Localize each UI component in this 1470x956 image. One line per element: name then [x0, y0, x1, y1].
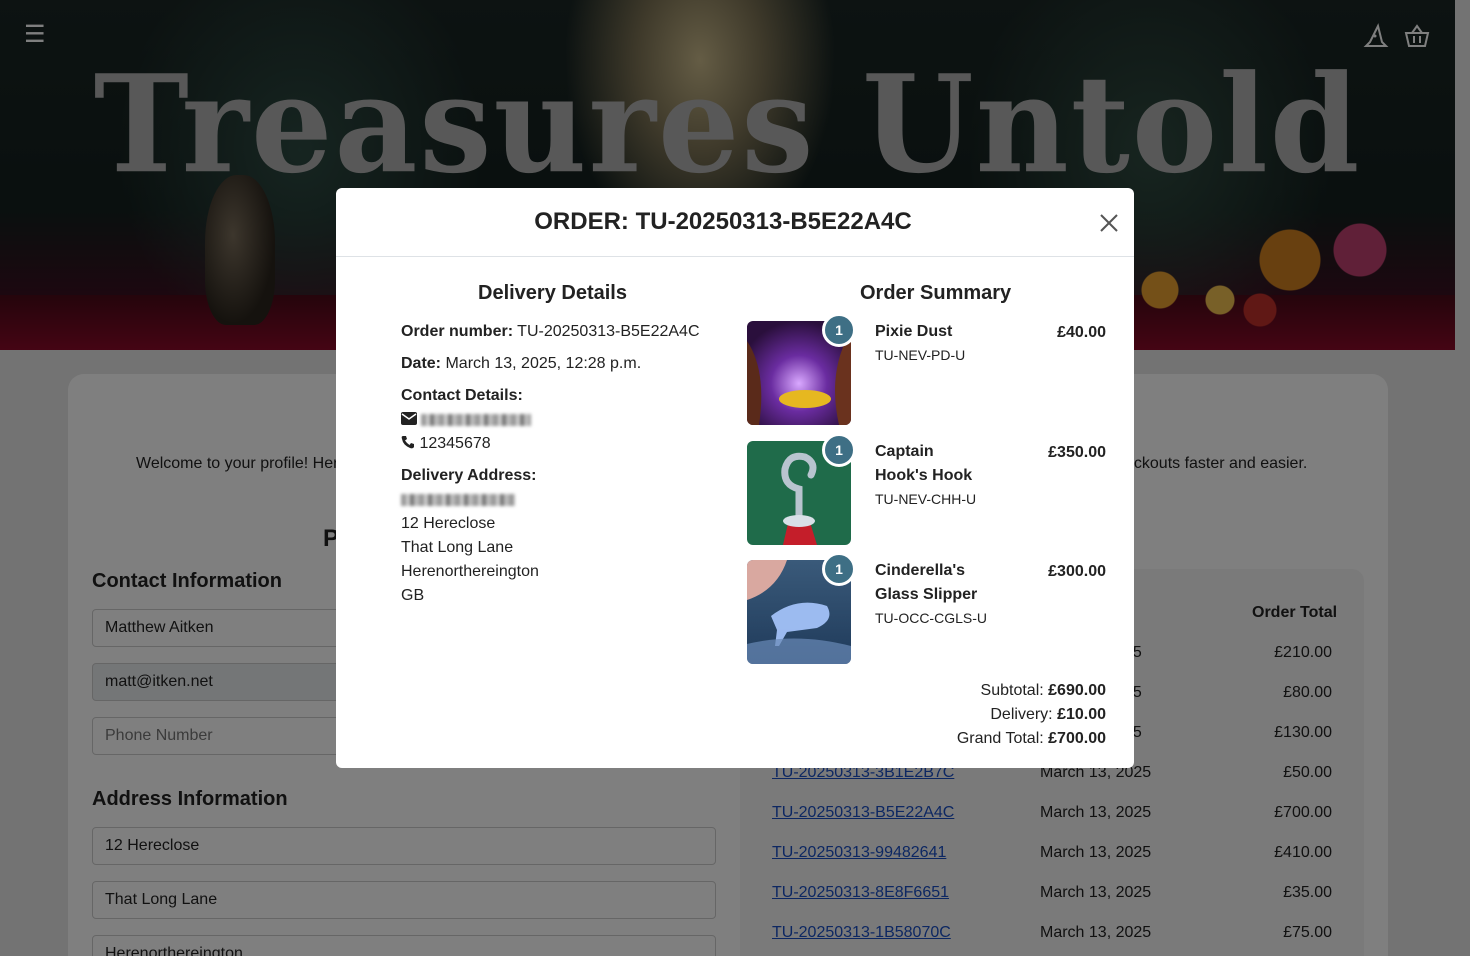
delivery-address-line: Herenorthereington — [401, 563, 539, 580]
order-number-line: Order number: TU-20250313-B5E22A4C — [401, 320, 700, 344]
quantity-badge: 1 — [822, 552, 856, 586]
close-icon[interactable] — [1098, 212, 1120, 234]
grand-total-value: £700.00 — [1048, 730, 1106, 747]
item-sku: TU-OCC-CGLS-U — [875, 610, 987, 626]
order-summary-heading: Order Summary — [860, 282, 1012, 304]
phone-icon — [401, 436, 414, 449]
contact-phone-line: 12345678 — [401, 432, 491, 456]
delivery-address-label: Delivery Address: — [401, 467, 537, 484]
quantity-badge: 1 — [822, 433, 856, 467]
order-date-line: Date: March 13, 2025, 12:28 p.m. — [401, 352, 641, 376]
contact-details-label: Contact Details: — [401, 387, 523, 404]
redacted-recipient-name — [401, 488, 515, 512]
item-price: £40.00 — [1057, 324, 1106, 341]
modal-header: ORDER: TU-20250313-B5E22A4C — [336, 188, 1134, 257]
item-price: £300.00 — [1048, 563, 1106, 580]
delivery-address-line: GB — [401, 587, 425, 604]
delivery-line: Delivery: £10.00 — [990, 706, 1106, 723]
contact-email-line — [401, 408, 532, 432]
contact-phone-value: 12345678 — [419, 435, 491, 452]
modal-title: ORDER: TU-20250313-B5E22A4C — [534, 208, 912, 235]
order-number-value: TU-20250313-B5E22A4C — [517, 323, 700, 340]
item-sku: TU-NEV-CHH-U — [875, 491, 977, 507]
item-name: Captain Hook's Hook — [875, 443, 973, 484]
delivery-value: £10.00 — [1057, 706, 1106, 723]
delivery-address-line: 12 Hereclose — [401, 515, 496, 532]
item-sku: TU-NEV-PD-U — [875, 347, 966, 363]
order-date-label: Date: — [401, 355, 442, 372]
item-name: Cinderella's Glass Slipper — [875, 562, 978, 603]
item-price: £350.00 — [1048, 444, 1106, 461]
delivery-details-heading: Delivery Details — [478, 282, 627, 304]
delivery-address-line: That Long Lane — [401, 539, 514, 556]
envelope-icon — [401, 412, 417, 425]
subtotal-line: Subtotal: £690.00 — [980, 682, 1106, 699]
redacted-email — [421, 413, 532, 426]
grand-total-line: Grand Total: £700.00 — [956, 730, 1106, 747]
order-number-label: Order number: — [401, 323, 514, 340]
order-modal: ORDER: TU-20250313-B5E22A4C Delivery Det… — [336, 188, 1134, 768]
item-name: Pixie Dust — [875, 323, 953, 340]
subtotal-value: £690.00 — [1048, 682, 1106, 699]
quantity-badge: 1 — [822, 313, 856, 347]
order-date-value: March 13, 2025, 12:28 p.m. — [445, 355, 642, 372]
